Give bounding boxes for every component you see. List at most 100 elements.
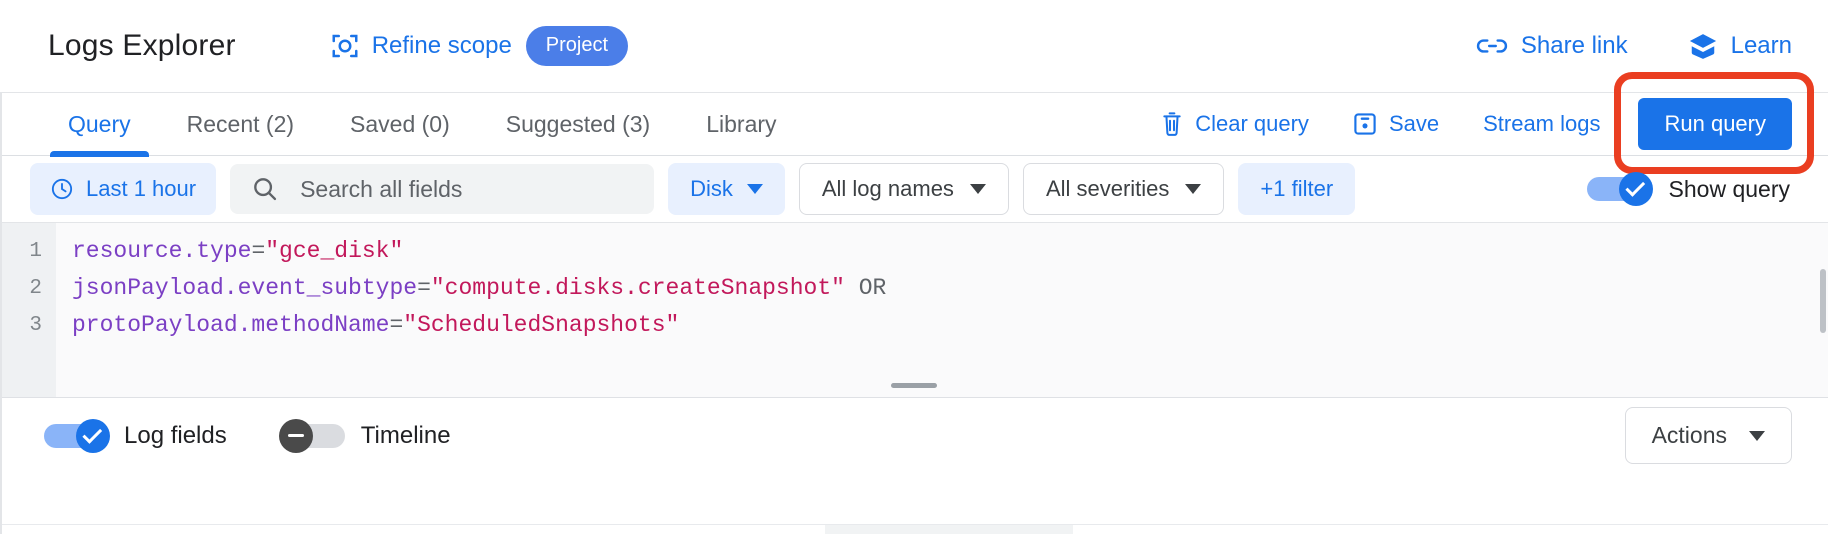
clear-query-button[interactable]: Clear query xyxy=(1139,111,1331,137)
extra-filters-label: +1 filter xyxy=(1260,176,1333,202)
chevron-down-icon xyxy=(970,184,986,194)
search-box[interactable] xyxy=(230,164,654,214)
token-operator: = xyxy=(417,275,431,301)
learn-label: Learn xyxy=(1731,32,1792,60)
refine-scope-button[interactable]: Refine scope xyxy=(330,31,512,61)
token-operator: = xyxy=(389,312,403,338)
line-content[interactable]: protoPayload.methodName="ScheduledSnapsh… xyxy=(56,307,679,344)
stream-logs-button[interactable]: Stream logs xyxy=(1461,111,1622,137)
editor-line: 2 jsonPayload.event_subtype="compute.dis… xyxy=(0,270,1828,307)
clock-icon xyxy=(50,177,74,201)
timeline-label: Timeline xyxy=(361,422,451,450)
page-header: Logs Explorer Refine scope Project xyxy=(0,0,1828,93)
severities-dropdown[interactable]: All severities xyxy=(1023,163,1224,215)
share-link-button[interactable]: Share link xyxy=(1476,32,1628,60)
filter-bar: Last 1 hour Disk All log names All sever… xyxy=(0,156,1828,222)
editor-code[interactable]: 1 resource.type="gce_disk" 2 jsonPayload… xyxy=(0,223,1828,344)
learn-book-icon xyxy=(1688,32,1718,60)
search-icon xyxy=(252,176,278,202)
tabs-group: Query Recent (2) Saved (0) Suggested (3)… xyxy=(40,93,805,155)
bottom-strip-segment xyxy=(825,525,1073,534)
tab-recent[interactable]: Recent (2) xyxy=(159,93,322,155)
header-actions: Share link Learn xyxy=(1476,32,1792,60)
show-query-toggle[interactable] xyxy=(1587,175,1651,203)
run-query-wrapper: Run query xyxy=(1638,98,1792,150)
token-string: "compute.disks.createSnapshot" xyxy=(431,275,845,301)
save-icon xyxy=(1353,112,1377,136)
severities-label: All severities xyxy=(1046,176,1169,202)
line-content[interactable]: jsonPayload.event_subtype="compute.disks… xyxy=(56,270,886,307)
token-field: protoPayload.methodName xyxy=(72,312,389,338)
tab-suggested[interactable]: Suggested (3) xyxy=(478,93,678,155)
timeline-toggle-knob xyxy=(279,419,313,453)
token-string: "ScheduledSnapshots" xyxy=(403,312,679,338)
tab-bar: Query Recent (2) Saved (0) Suggested (3)… xyxy=(0,93,1828,156)
extra-filters-chip[interactable]: +1 filter xyxy=(1238,163,1355,215)
query-editor[interactable]: 1 resource.type="gce_disk" 2 jsonPayload… xyxy=(0,222,1828,397)
tab-library-label: Library xyxy=(706,111,776,138)
editor-resize-handle[interactable] xyxy=(891,383,937,388)
tab-saved-label: Saved (0) xyxy=(350,111,450,138)
trash-icon xyxy=(1161,111,1183,137)
resource-filter-label: Disk xyxy=(690,176,733,202)
share-link-label: Share link xyxy=(1521,32,1628,60)
editor-line: 1 resource.type="gce_disk" xyxy=(0,233,1828,270)
tab-library[interactable]: Library xyxy=(678,93,804,155)
link-icon xyxy=(1476,34,1508,58)
chevron-down-icon xyxy=(1749,431,1765,441)
save-button[interactable]: Save xyxy=(1331,111,1461,137)
token-keyword: OR xyxy=(845,275,886,301)
scope-crop-icon xyxy=(330,31,360,61)
token-field: jsonPayload.event_subtype xyxy=(72,275,417,301)
editor-line: 3 protoPayload.methodName="ScheduledSnap… xyxy=(0,307,1828,344)
timeline-toggle[interactable] xyxy=(281,422,345,450)
chevron-down-icon xyxy=(1185,184,1201,194)
page-title: Logs Explorer xyxy=(48,29,236,63)
learn-button[interactable]: Learn xyxy=(1688,32,1792,60)
tab-actions-group: Clear query Save Stream logs Run query xyxy=(1139,93,1792,155)
tab-query-label: Query xyxy=(68,111,131,138)
log-names-dropdown[interactable]: All log names xyxy=(799,163,1009,215)
log-fields-toggle-knob xyxy=(76,419,110,453)
logs-explorer-page: Logs Explorer Refine scope Project xyxy=(0,0,1828,534)
minus-icon xyxy=(288,434,304,438)
left-border xyxy=(0,93,2,534)
tab-suggested-label: Suggested (3) xyxy=(506,111,650,138)
line-number: 3 xyxy=(0,307,56,344)
run-query-button[interactable]: Run query xyxy=(1638,98,1792,150)
refine-scope-group: Refine scope Project xyxy=(330,26,628,66)
show-query-group: Show query xyxy=(1587,175,1790,203)
resource-filter-chip[interactable]: Disk xyxy=(668,163,785,215)
search-input[interactable] xyxy=(298,175,632,204)
log-fields-toggle[interactable] xyxy=(44,422,108,450)
tab-query[interactable]: Query xyxy=(40,93,159,155)
time-range-label: Last 1 hour xyxy=(86,176,196,202)
line-number: 1 xyxy=(0,233,56,270)
stream-logs-label: Stream logs xyxy=(1483,111,1600,137)
line-content[interactable]: resource.type="gce_disk" xyxy=(56,233,403,270)
actions-button[interactable]: Actions xyxy=(1625,407,1792,464)
save-label: Save xyxy=(1389,111,1439,137)
log-names-label: All log names xyxy=(822,176,954,202)
token-operator: = xyxy=(251,238,265,264)
chevron-down-icon xyxy=(747,184,763,194)
actions-label: Actions xyxy=(1652,422,1727,449)
bottom-strip xyxy=(0,524,1828,534)
time-range-chip[interactable]: Last 1 hour xyxy=(30,163,216,215)
refine-scope-label: Refine scope xyxy=(372,32,512,60)
token-string: "gce_disk" xyxy=(265,238,403,264)
bottom-toolbar: Log fields Timeline Actions xyxy=(0,397,1828,473)
show-query-label: Show query xyxy=(1669,176,1790,203)
tab-saved[interactable]: Saved (0) xyxy=(322,93,478,155)
tab-recent-label: Recent (2) xyxy=(187,111,294,138)
log-fields-label: Log fields xyxy=(124,422,227,450)
editor-scrollbar[interactable] xyxy=(1820,269,1826,333)
check-icon xyxy=(1625,177,1645,197)
show-query-toggle-knob xyxy=(1619,172,1653,206)
timeline-group: Timeline xyxy=(281,422,451,450)
line-number: 2 xyxy=(0,270,56,307)
clear-query-label: Clear query xyxy=(1195,111,1309,137)
token-field: resource.type xyxy=(72,238,251,264)
scope-pill[interactable]: Project xyxy=(526,26,628,66)
check-icon xyxy=(82,423,102,443)
